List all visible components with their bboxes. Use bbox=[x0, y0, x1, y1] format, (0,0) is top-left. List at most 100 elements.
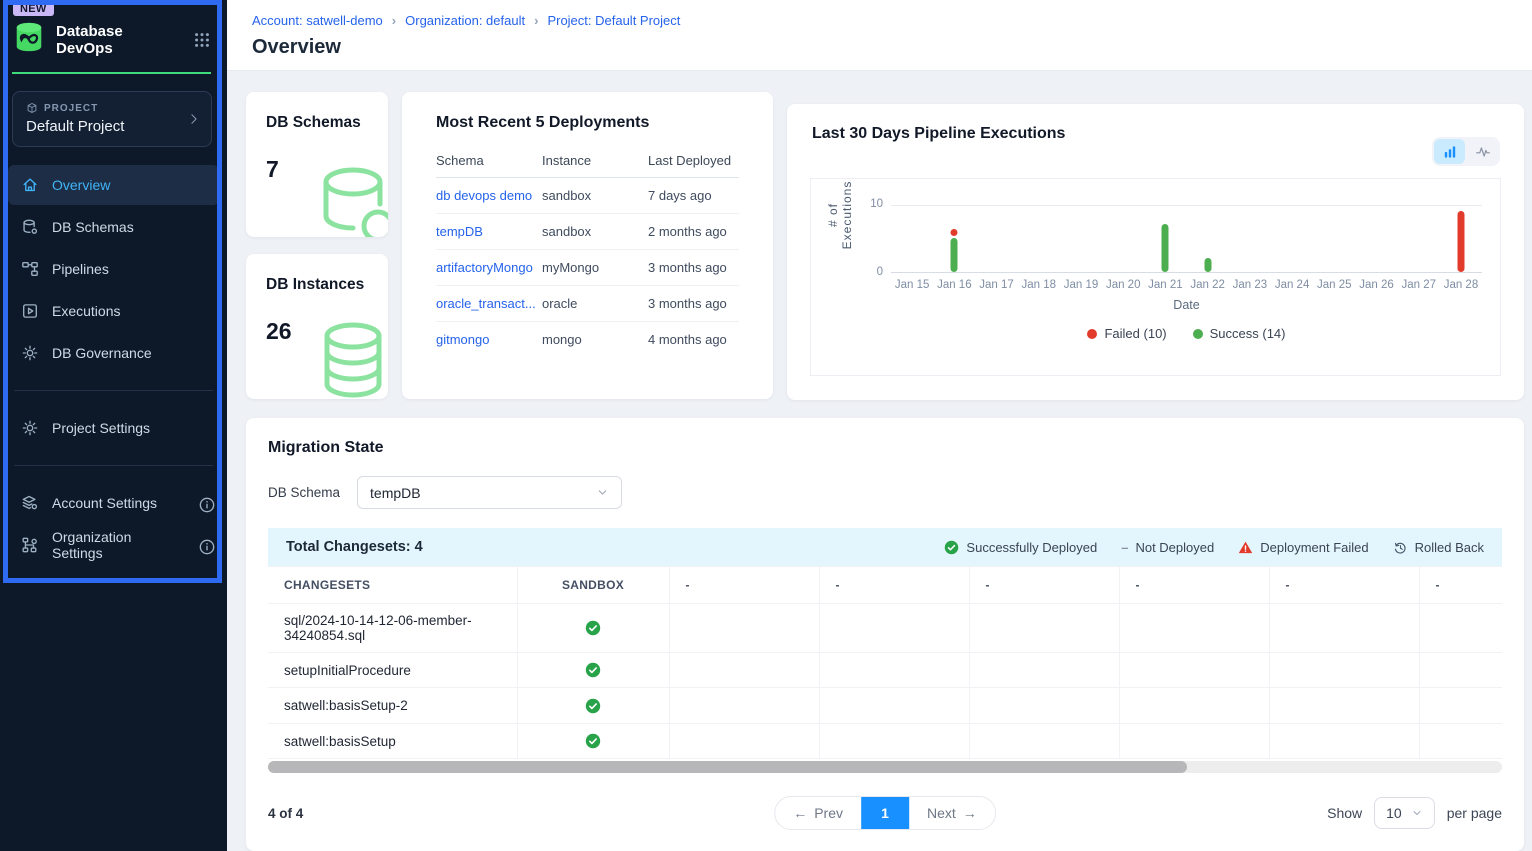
empty-status-cell bbox=[1269, 688, 1419, 723]
breadcrumb: Account: satwell-demo › Organization: defa… bbox=[252, 13, 1532, 28]
horizontal-scrollbar bbox=[268, 761, 1502, 773]
schema-link[interactable]: oracle_transact... bbox=[436, 296, 536, 311]
page-1-button[interactable]: 1 bbox=[861, 797, 909, 829]
next-page-button[interactable]: Next→ bbox=[909, 797, 995, 829]
row-count: 4 of 4 bbox=[268, 806, 303, 821]
check-circle-icon bbox=[585, 620, 601, 636]
sandbox-status-cell bbox=[517, 653, 669, 688]
recent-deployments-card: Most Recent 5 Deployments Schema Instanc… bbox=[402, 92, 773, 399]
pipeline-icon bbox=[21, 260, 39, 278]
empty-status-cell bbox=[1119, 688, 1269, 723]
column-header-schema: Schema bbox=[436, 144, 542, 178]
breadcrumb-link-0[interactable]: Account: satwell-demo bbox=[252, 13, 383, 28]
sidebar-item-account-settings[interactable]: Account Settings bbox=[8, 483, 219, 523]
empty-status-cell bbox=[819, 653, 969, 688]
recent-deployments-table: Schema Instance Last Deployed db devops … bbox=[436, 144, 739, 357]
chevron-right-icon bbox=[187, 112, 201, 126]
project-selector[interactable]: PROJECT Default Project bbox=[12, 91, 212, 147]
last-deployed-cell: 4 months ago bbox=[648, 322, 739, 358]
column-header-last-deployed: Last Deployed bbox=[648, 144, 739, 178]
chart-bars bbox=[891, 205, 1482, 273]
database-outline-illustration-icon bbox=[310, 160, 388, 237]
bar-chart-icon[interactable] bbox=[1434, 139, 1465, 164]
schema-link[interactable]: tempDB bbox=[436, 224, 483, 239]
last-deployed-cell: 2 months ago bbox=[648, 214, 739, 250]
changesets-column-header-1: SANDBOX bbox=[517, 567, 669, 604]
x-tick: Jan 25 bbox=[1313, 279, 1355, 291]
recent-deployments-title: Most Recent 5 Deployments bbox=[436, 114, 739, 132]
legend-deployment-failed: Deployment Failed bbox=[1238, 540, 1368, 555]
sidebar-item-overview[interactable]: Overview bbox=[8, 165, 219, 205]
db-instances-card-title: DB Instances bbox=[266, 276, 368, 294]
info-icon bbox=[198, 496, 216, 514]
x-tick: Jan 21 bbox=[1144, 279, 1186, 291]
empty-status-cell bbox=[669, 723, 819, 758]
scrollbar-thumb[interactable] bbox=[268, 761, 1187, 773]
bar-failed-jan-16 bbox=[951, 229, 958, 236]
instance-cell: sandbox bbox=[542, 178, 648, 214]
gear-icon bbox=[21, 419, 39, 437]
breadcrumb-link-1[interactable]: Organization: default bbox=[405, 13, 525, 28]
sidebar-item-label: DB Schemas bbox=[52, 219, 134, 235]
x-tick: Jan 23 bbox=[1229, 279, 1271, 291]
changesets-table: CHANGESETSSANDBOX------ sql/2024-10-14-1… bbox=[268, 566, 1502, 759]
sidebar-item-label: Pipelines bbox=[52, 261, 109, 277]
sidebar-item-project-settings[interactable]: Project Settings bbox=[8, 408, 219, 448]
empty-status-cell bbox=[1419, 688, 1502, 723]
org-gear-icon bbox=[21, 536, 39, 554]
sidebar-item-label: Project Settings bbox=[52, 420, 150, 436]
apps-grid-icon[interactable] bbox=[193, 31, 211, 49]
y-tick-10: 10 bbox=[857, 198, 883, 210]
check-circle-icon bbox=[585, 698, 601, 714]
legend-rolled-back: Rolled Back bbox=[1393, 540, 1484, 555]
schema-link[interactable]: artifactoryMongo bbox=[436, 260, 533, 275]
prev-page-button[interactable]: ←Prev bbox=[775, 797, 861, 829]
changesets-column-header-5: - bbox=[1119, 567, 1269, 604]
brand-name: Database DevOps bbox=[56, 23, 183, 57]
sidebar-item-organization-settings[interactable]: Organization Settings bbox=[8, 525, 219, 565]
empty-status-cell bbox=[1269, 653, 1419, 688]
database-stack-illustration-icon bbox=[310, 318, 388, 399]
divider bbox=[14, 390, 213, 391]
sidebar-item-label: Executions bbox=[52, 303, 120, 319]
legend-successfully-deployed: Successfully Deployed bbox=[944, 540, 1097, 555]
sidebar-nav-secondary: Project Settings bbox=[0, 408, 227, 448]
sidebar-item-label: Organization Settings bbox=[52, 529, 185, 561]
sidebar: NEW Database DevOps PROJECT Default Proj… bbox=[0, 0, 227, 851]
page-title: Overview bbox=[252, 36, 1532, 59]
empty-status-cell bbox=[969, 653, 1119, 688]
page-size-select[interactable]: 10 bbox=[1374, 797, 1435, 829]
sidebar-item-db-governance[interactable]: DB Governance bbox=[8, 333, 219, 373]
dash-icon: – bbox=[1121, 540, 1128, 555]
sidebar-item-db-schemas[interactable]: DB Schemas bbox=[8, 207, 219, 247]
db-schema-label: DB Schema bbox=[268, 485, 340, 500]
sidebar-item-pipelines[interactable]: Pipelines bbox=[8, 249, 219, 289]
schema-link[interactable]: gitmongo bbox=[436, 332, 489, 347]
x-tick: Jan 15 bbox=[891, 279, 933, 291]
db-schema-select[interactable]: tempDB bbox=[357, 476, 622, 509]
breadcrumb-link-2[interactable]: Project: Default Project bbox=[547, 13, 680, 28]
empty-status-cell bbox=[819, 604, 969, 653]
deployment-row: artifactoryMongomyMongo3 months ago bbox=[436, 250, 739, 286]
bar-failed-jan-28 bbox=[1457, 211, 1464, 272]
schema-link[interactable]: db devops demo bbox=[436, 188, 532, 203]
bar-success-jan-22 bbox=[1204, 258, 1211, 272]
gear-icon bbox=[21, 344, 39, 362]
empty-status-cell bbox=[669, 653, 819, 688]
line-chart-icon[interactable] bbox=[1467, 139, 1498, 164]
last-deployed-cell: 3 months ago bbox=[648, 286, 739, 322]
total-changesets: Total Changesets: 4 bbox=[286, 539, 423, 555]
empty-status-cell bbox=[1419, 723, 1502, 758]
x-tick: Jan 26 bbox=[1355, 279, 1397, 291]
empty-status-cell bbox=[1419, 653, 1502, 688]
empty-status-cell bbox=[1269, 604, 1419, 653]
chart-x-axis-label: Date bbox=[891, 298, 1482, 312]
breadcrumb-separator: › bbox=[534, 13, 538, 28]
sidebar-item-executions[interactable]: Executions bbox=[8, 291, 219, 331]
x-tick: Jan 19 bbox=[1060, 279, 1102, 291]
legend-failed: Failed (10) bbox=[1087, 326, 1166, 341]
empty-status-cell bbox=[1419, 604, 1502, 653]
empty-status-cell bbox=[1269, 723, 1419, 758]
chevron-down-icon bbox=[1411, 807, 1423, 819]
x-tick: Jan 20 bbox=[1102, 279, 1144, 291]
